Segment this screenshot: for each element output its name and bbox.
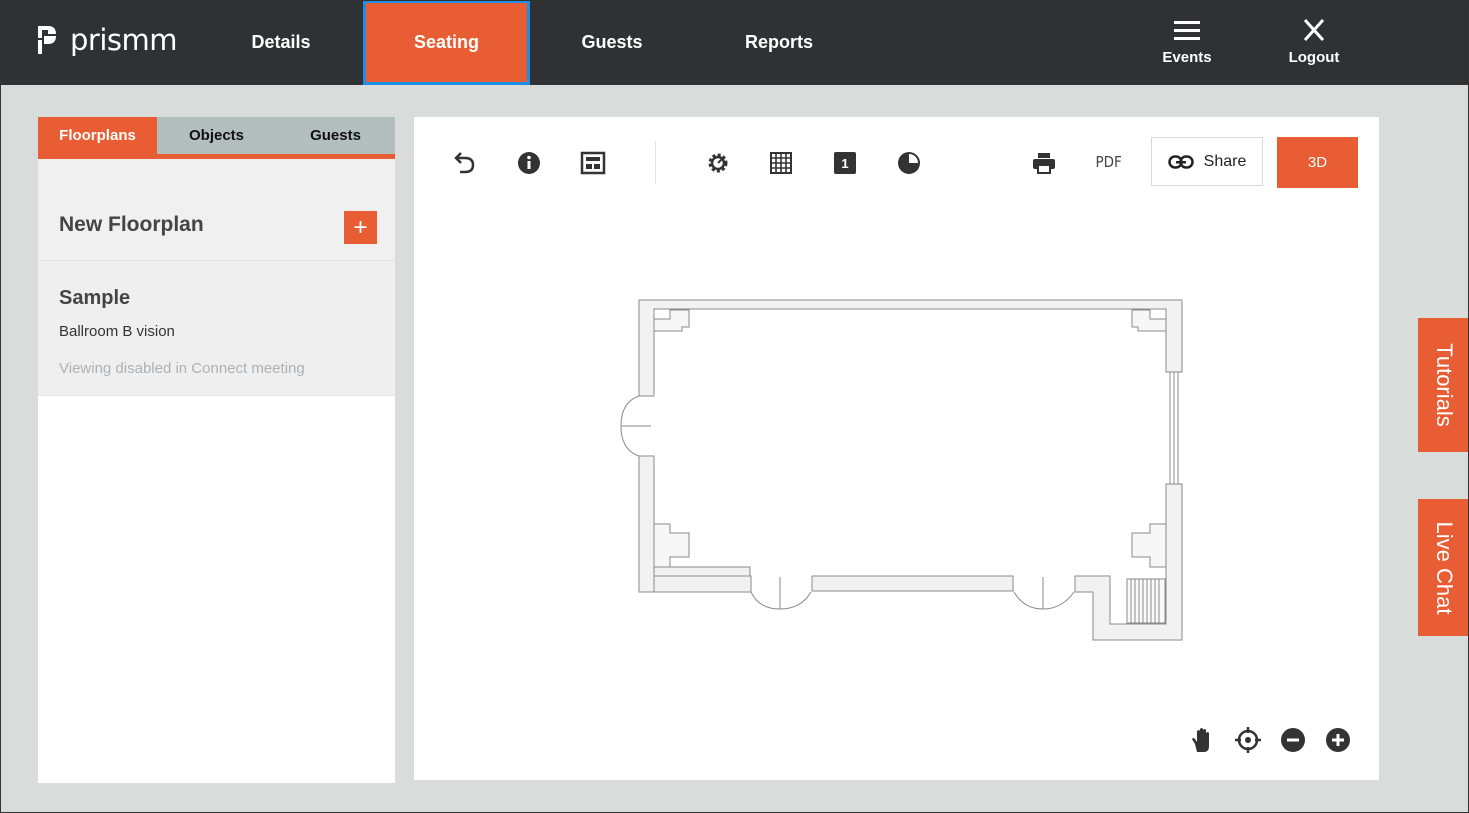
info-button[interactable]: [516, 150, 542, 176]
nav-guests[interactable]: Guests: [533, 0, 691, 85]
live-chat-label: Live Chat: [1431, 521, 1457, 614]
tab-objects[interactable]: Objects: [157, 117, 276, 154]
settings-icon: [708, 153, 728, 173]
info-icon: [518, 152, 540, 174]
tutorials-label: Tutorials: [1431, 343, 1457, 427]
toolbar-divider: [655, 141, 656, 184]
color-theme-button[interactable]: [896, 150, 922, 176]
link-icon: [1167, 154, 1194, 169]
grid-icon: [770, 152, 792, 174]
pan-hand-icon[interactable]: [1189, 726, 1217, 754]
nav-reports[interactable]: Reports: [700, 0, 858, 85]
close-icon: [1303, 18, 1325, 42]
share-label: Share: [1203, 152, 1247, 170]
prismm-logo[interactable]: prismm: [36, 22, 178, 57]
new-floorplan-row: New Floorplan +: [38, 159, 395, 261]
tab-floorplans[interactable]: Floorplans: [38, 117, 157, 154]
ballroom-floorplan-drawing[interactable]: [614, 297, 1194, 647]
print-button[interactable]: [1031, 150, 1057, 176]
top-nav-bar: prismm Details Seating Guests Reports Ev…: [0, 0, 1469, 85]
pdf-button[interactable]: PDF: [1095, 153, 1121, 171]
share-button[interactable]: Share: [1151, 137, 1263, 186]
tutorials-tab[interactable]: Tutorials: [1418, 318, 1469, 452]
grid-button[interactable]: [768, 150, 794, 176]
zoom-out-icon[interactable]: [1279, 726, 1307, 754]
tab-guests[interactable]: Guests: [276, 117, 395, 154]
undo-button[interactable]: [452, 150, 478, 176]
add-floorplan-button[interactable]: +: [344, 211, 377, 244]
3d-view-button[interactable]: 3D: [1277, 137, 1358, 188]
zoom-in-icon[interactable]: [1324, 726, 1352, 754]
panel-tabs: Floorplans Objects Guests: [38, 117, 395, 159]
table-numbers-button[interactable]: 1: [832, 150, 858, 176]
prismm-logo-icon: [38, 26, 56, 54]
floorplan-list-item[interactable]: Sample Ballroom B vision Viewing disable…: [38, 261, 395, 396]
logout-button[interactable]: Logout: [1282, 18, 1346, 66]
layout-button[interactable]: [580, 150, 606, 176]
contrast-icon: [898, 152, 920, 174]
nav-seating[interactable]: Seating: [363, 0, 530, 85]
number-icon: 1: [834, 152, 856, 174]
events-button[interactable]: Events: [1155, 18, 1219, 66]
events-label: Events: [1162, 49, 1212, 66]
logo-text: prismm: [70, 22, 178, 57]
svg-text:1: 1: [841, 156, 848, 171]
floorplans-panel: Floorplans Objects Guests New Floorplan …: [38, 117, 395, 783]
floorplan-name: Sample: [59, 287, 131, 309]
print-icon: [1033, 153, 1055, 174]
settings-button[interactable]: [705, 150, 731, 176]
layout-icon: [580, 151, 606, 175]
menu-icon: [1174, 21, 1200, 40]
floorplan-description: Ballroom B vision: [59, 323, 175, 340]
floorplan-note: Viewing disabled in Connect meeting: [59, 360, 305, 377]
floorplan-canvas[interactable]: 1 PDF Share 3D: [414, 117, 1379, 780]
new-floorplan-label: New Floorplan: [59, 213, 204, 236]
undo-icon: [454, 152, 475, 174]
recenter-icon[interactable]: [1234, 726, 1262, 754]
logout-label: Logout: [1288, 49, 1340, 66]
live-chat-tab[interactable]: Live Chat: [1418, 499, 1469, 636]
nav-details[interactable]: Details: [202, 0, 360, 85]
